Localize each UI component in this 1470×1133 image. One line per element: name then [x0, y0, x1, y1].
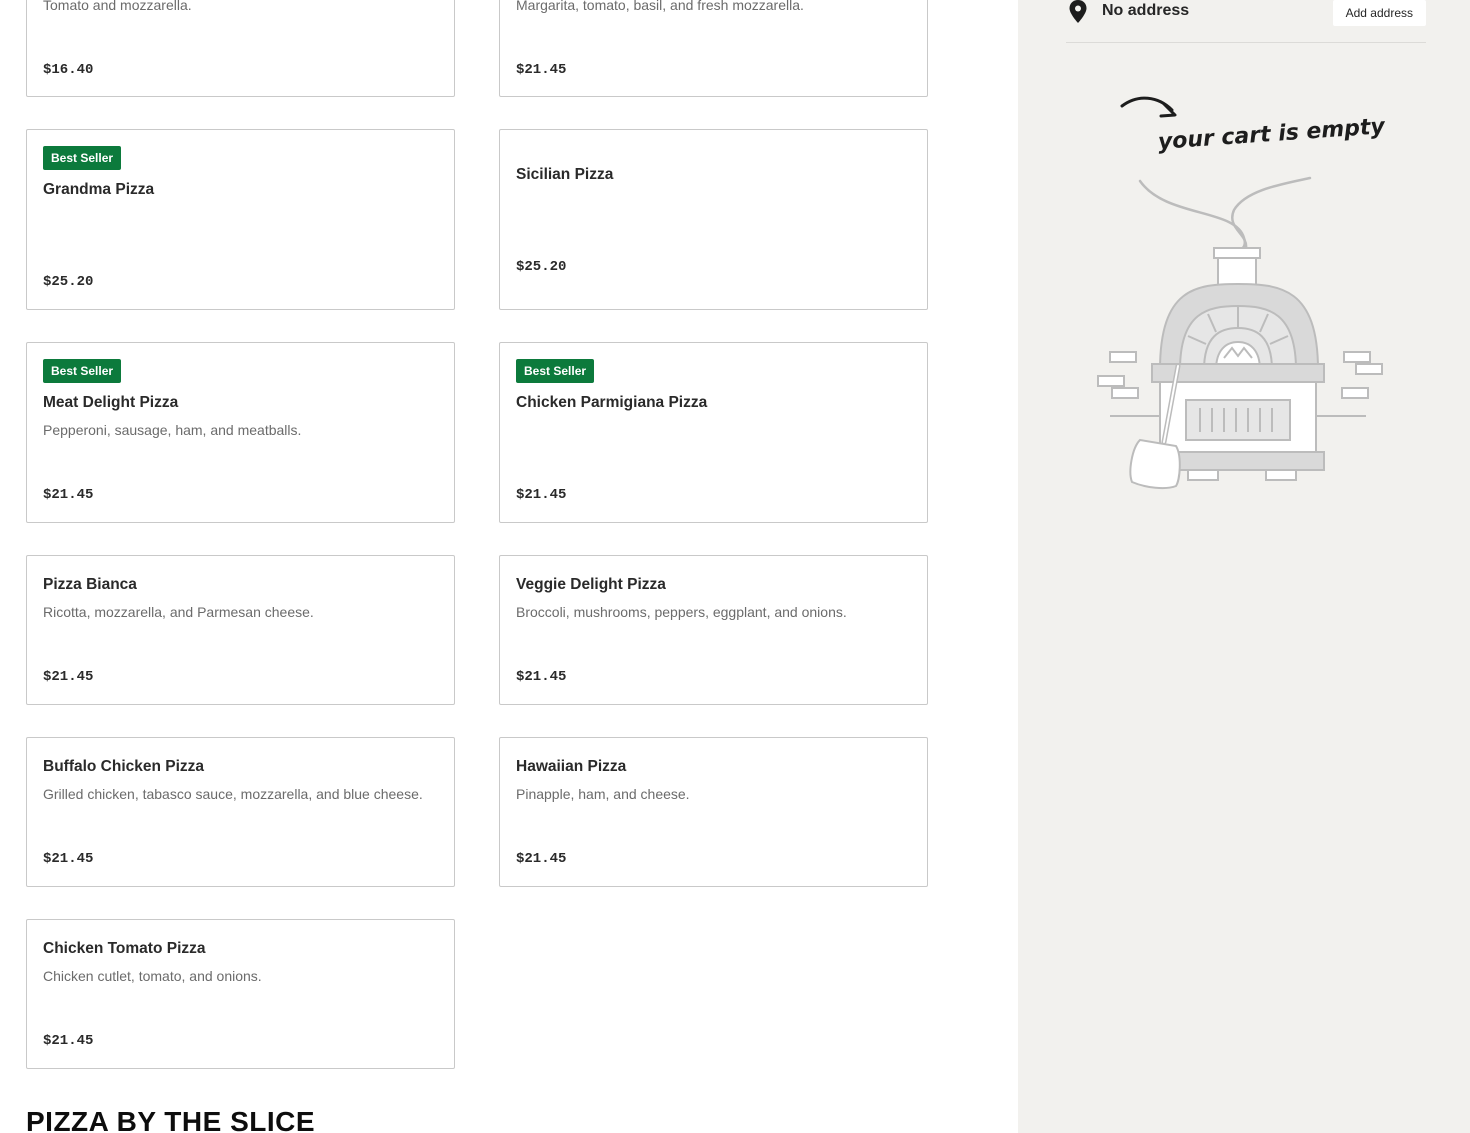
- menu-item-card[interactable]: Veggie Delight Pizza Broccoli, mushrooms…: [499, 555, 928, 705]
- menu-item-card[interactable]: Pizza Bianca Ricotta, mozzarella, and Pa…: [26, 555, 455, 705]
- item-price: $25.20: [43, 274, 94, 290]
- menu-item-card[interactable]: Best Seller Chicken Parmigiana Pizza $21…: [499, 342, 928, 523]
- menu-item-card[interactable]: Buffalo Chicken Pizza Grilled chicken, t…: [26, 737, 455, 887]
- best-seller-badge: Best Seller: [43, 146, 122, 170]
- item-title: Pizza Bianca: [43, 576, 137, 593]
- menu-item-card[interactable]: Sicilian Pizza $25.20: [499, 129, 928, 310]
- item-price: $21.45: [43, 851, 94, 867]
- address-row: No address Add address: [1066, 0, 1426, 43]
- item-description: Broccoli, mushrooms, peppers, eggplant, …: [516, 604, 847, 620]
- map-pin-icon: [1069, 0, 1087, 23]
- item-title: Veggie Delight Pizza: [516, 576, 666, 593]
- item-price: $21.45: [516, 62, 567, 78]
- cart-sidebar: No address Add address your cart is empt…: [1018, 0, 1470, 1133]
- item-description: Tomato and mozzarella.: [43, 0, 192, 13]
- item-description: Margarita, tomato, basil, and fresh mozz…: [516, 0, 804, 13]
- menu-item-card[interactable]: Best Seller Grandma Pizza $25.20: [26, 129, 455, 310]
- add-address-button[interactable]: Add address: [1332, 0, 1426, 26]
- item-description: Ricotta, mozzarella, and Parmesan cheese…: [43, 604, 314, 620]
- item-description: Pepperoni, sausage, ham, and meatballs.: [43, 422, 302, 438]
- item-title: Meat Delight Pizza: [43, 394, 179, 411]
- pizza-oven-icon: [1097, 96, 1383, 490]
- item-price: $21.45: [43, 1033, 94, 1049]
- section-heading: PIZZA BY THE SLICE: [26, 1106, 316, 1133]
- item-price: $16.40: [43, 62, 94, 78]
- menu-item-card[interactable]: Chicken Tomato Pizza Chicken cutlet, tom…: [26, 919, 455, 1069]
- item-price: $21.45: [516, 487, 567, 503]
- best-seller-badge: Best Seller: [43, 359, 122, 383]
- menu-item-card[interactable]: Tomato and mozzarella. $16.40: [26, 0, 455, 97]
- item-title: Sicilian Pizza: [516, 166, 614, 183]
- item-price: $21.45: [43, 669, 94, 685]
- item-title: Chicken Parmigiana Pizza: [516, 394, 708, 411]
- item-title: Hawaiian Pizza: [516, 758, 627, 775]
- item-description: Grilled chicken, tabasco sauce, mozzarel…: [43, 786, 423, 802]
- address-text: No address: [1102, 2, 1190, 19]
- item-price: $21.45: [43, 487, 94, 503]
- item-title: Buffalo Chicken Pizza: [43, 758, 205, 775]
- best-seller-badge: Best Seller: [516, 359, 595, 383]
- item-price: $25.20: [516, 259, 567, 275]
- menu-item-card[interactable]: Best Seller Meat Delight Pizza Pepperoni…: [26, 342, 455, 523]
- item-price: $21.45: [516, 669, 567, 685]
- item-description: Chicken cutlet, tomato, and onions.: [43, 968, 262, 984]
- menu-panel: Tomato and mozzarella. $16.40 Margarita,…: [0, 0, 1018, 1133]
- item-description: Pinapple, ham, and cheese.: [516, 786, 690, 802]
- menu-item-card[interactable]: Hawaiian Pizza Pinapple, ham, and cheese…: [499, 737, 928, 887]
- item-title: Grandma Pizza: [43, 181, 155, 198]
- menu-item-card[interactable]: Margarita, tomato, basil, and fresh mozz…: [499, 0, 928, 97]
- item-price: $21.45: [516, 851, 567, 867]
- item-title: Chicken Tomato Pizza: [43, 940, 206, 957]
